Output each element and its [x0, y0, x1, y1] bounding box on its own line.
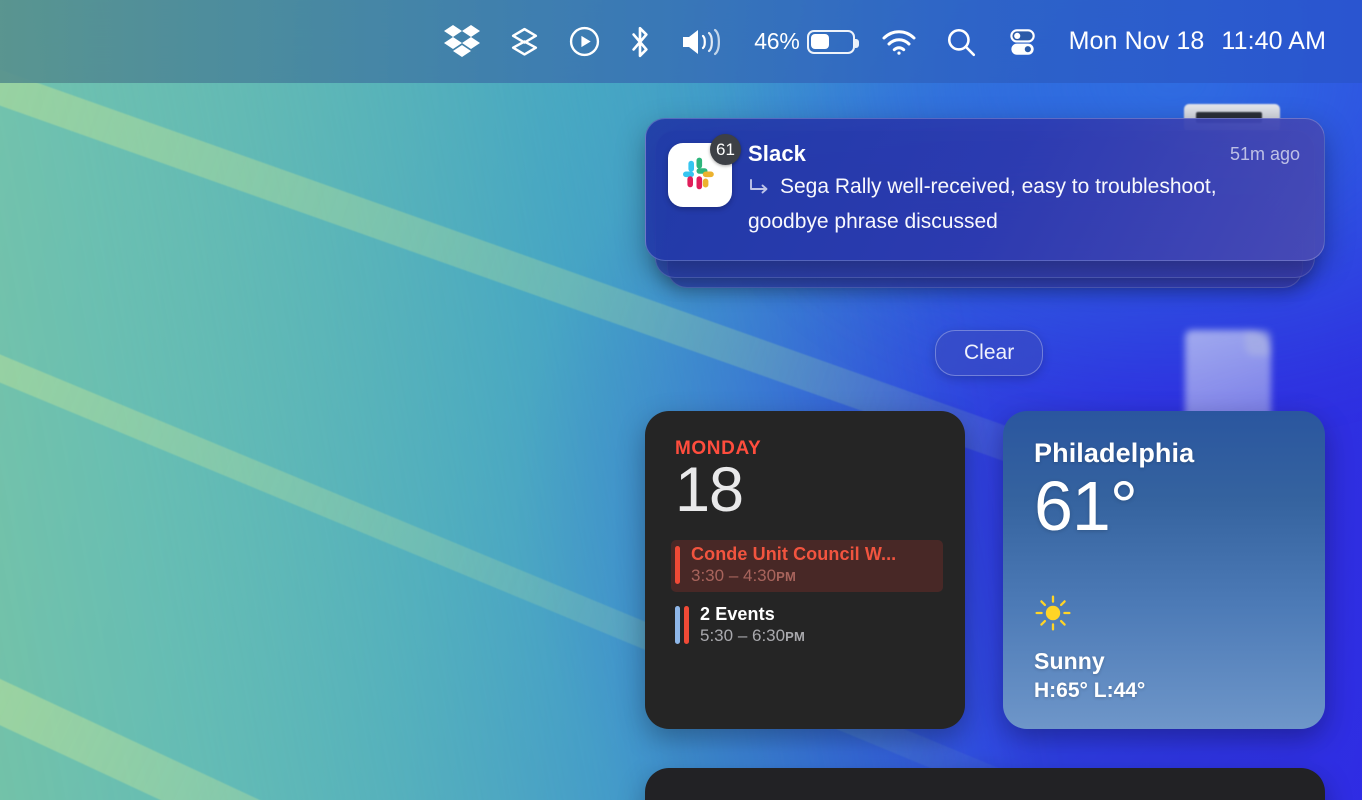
volume-icon[interactable]: [666, 0, 736, 83]
bottom-partial-widget[interactable]: [645, 768, 1325, 800]
notification-app-icon: 61: [668, 134, 741, 207]
menu-bar-time: 11:40 AM: [1221, 27, 1326, 55]
calendar-date-number: 18: [675, 455, 744, 525]
notification-stack[interactable]: 61 Slack 51m ago Sega Rally well-receive…: [645, 118, 1325, 288]
weather-footer: Sunny H:65° L:44°: [1034, 594, 1145, 703]
sun-icon: [1034, 594, 1145, 637]
clear-notifications-button[interactable]: Clear: [935, 330, 1044, 376]
calendar-event-list: Conde Unit Council W... 3:30 – 4:30PM 2 …: [671, 540, 943, 652]
menu-bar-date: Mon Nov 18: [1068, 27, 1205, 55]
event-bar-red: [684, 606, 689, 645]
battery-percent-label: 46%: [754, 28, 800, 54]
notification-badge-count: 61: [710, 134, 741, 165]
notification-timestamp: 51m ago: [1229, 144, 1300, 164]
bluetooth-icon[interactable]: [614, 0, 666, 83]
weather-temperature: 61°: [1034, 467, 1138, 545]
dropbox-icon[interactable]: [430, 0, 494, 83]
menu-bar-clock[interactable]: Mon Nov 18 11:40 AM: [1053, 27, 1328, 56]
battery-cap: [855, 38, 859, 48]
event-text: 2 Events 5:30 – 6:30PM: [700, 604, 805, 646]
notification-header: Slack 51m ago: [748, 141, 1300, 167]
battery-fill: [811, 34, 830, 49]
event-title: Conde Unit Council W...: [691, 544, 897, 565]
play-circle-icon[interactable]: [555, 0, 614, 83]
wifi-icon[interactable]: [867, 0, 931, 83]
event-bar-red: [675, 546, 680, 585]
weather-high-low: H:65° L:44°: [1034, 679, 1146, 702]
event-color-bars: [675, 604, 689, 646]
notification-body: Slack 51m ago Sega Rally well-received, …: [748, 141, 1300, 238]
slack-notification[interactable]: 61 Slack 51m ago Sega Rally well-receive…: [645, 118, 1325, 261]
notification-message-text: Sega Rally well-received, easy to troubl…: [748, 175, 1217, 233]
calendar-event-item[interactable]: 2 Events 5:30 – 6:30PM: [675, 600, 943, 652]
calendar-event-item[interactable]: Conde Unit Council W... 3:30 – 4:30PM: [671, 540, 943, 593]
event-title: 2 Events: [700, 604, 775, 625]
event-time: 3:30 – 4:30PM: [691, 566, 796, 586]
menu-bar: 46% Mon Nov 18 11:40 AM: [0, 0, 1362, 83]
search-icon[interactable]: [931, 0, 991, 83]
weather-condition: Sunny: [1034, 648, 1105, 674]
thread-reply-icon: [748, 174, 772, 206]
battery-icon: [806, 29, 859, 54]
notification-message-row: Sega Rally well-received, easy to troubl…: [748, 171, 1300, 238]
stack-layers-icon[interactable]: [494, 0, 555, 83]
battery-status[interactable]: 46%: [736, 0, 866, 83]
weather-widget[interactable]: Philadelphia 61° Sunny H:65° L:44°: [1003, 411, 1325, 729]
event-bar-blue: [675, 606, 680, 645]
control-center-icon[interactable]: [991, 0, 1053, 83]
weather-city: Philadelphia: [1034, 438, 1195, 468]
calendar-widget[interactable]: MONDAY 18 Conde Unit Council W... 3:30 –…: [645, 411, 965, 729]
notification-app-name: Slack: [748, 141, 806, 166]
event-color-bars: [675, 544, 680, 586]
event-time: 5:30 – 6:30PM: [700, 626, 805, 646]
event-text: Conde Unit Council W... 3:30 – 4:30PM: [691, 544, 896, 586]
